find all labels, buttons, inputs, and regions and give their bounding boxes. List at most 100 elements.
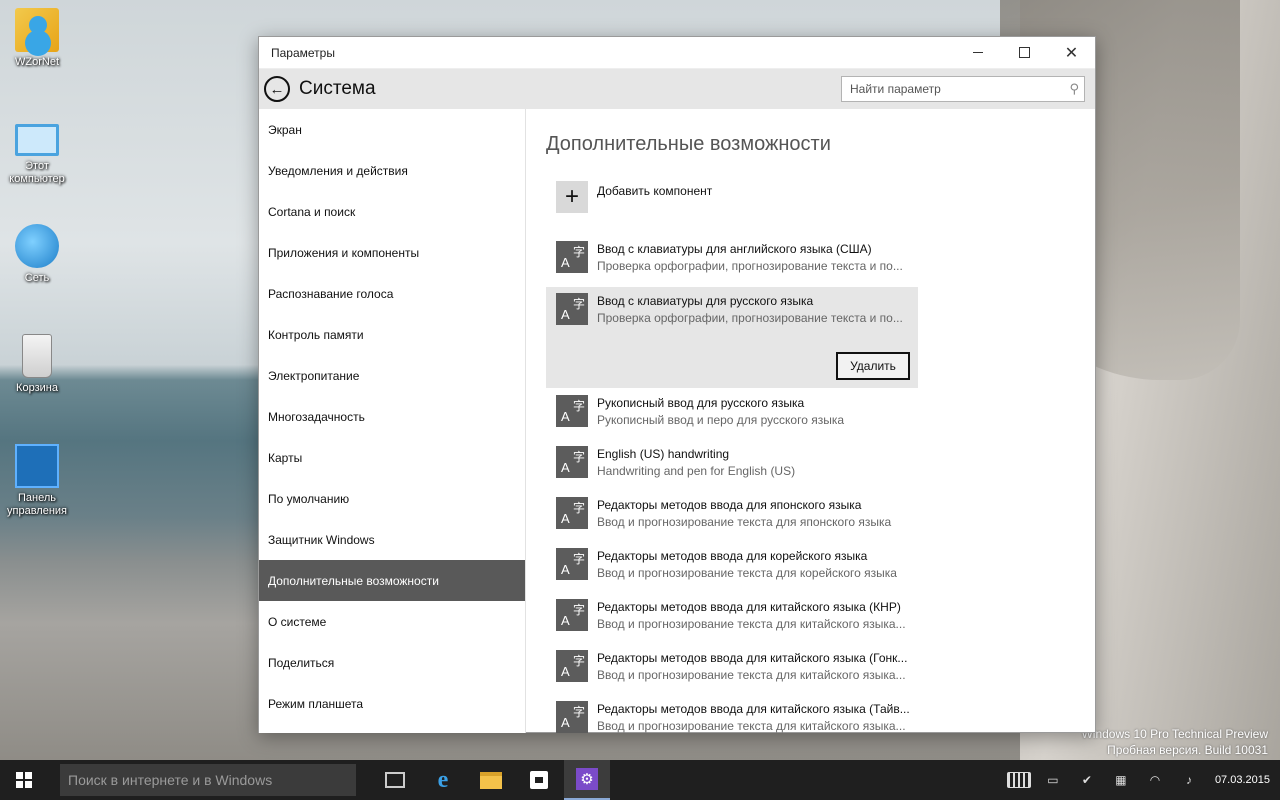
feature-description: Рукописный ввод и перо для русского язык…: [597, 411, 908, 429]
uninstall-button[interactable]: Удалить: [836, 352, 910, 380]
sidebar-item[interactable]: Дополнительные возможности: [259, 560, 525, 601]
feature-item[interactable]: A字 Рукописный ввод для русского языкаРуко…: [546, 389, 918, 435]
vm-tray-button[interactable]: ▭: [1041, 760, 1065, 800]
feature-item[interactable]: A字Редакторы методов ввода для корейского…: [546, 542, 918, 588]
language-feature-icon: A字: [556, 293, 588, 325]
feature-item[interactable]: A字Редакторы методов ввода для китайского…: [546, 644, 918, 690]
security-tray-button[interactable]: ✔: [1075, 760, 1099, 800]
sidebar-item[interactable]: Защитник Windows: [259, 519, 525, 560]
feature-text: Ввод с клавиатуры для английского языка …: [597, 241, 908, 275]
desktop-icon-label: Этот компьютер: [0, 160, 74, 186]
window-title: Параметры: [259, 46, 954, 60]
desktop-icon-label: Панель управления: [0, 492, 74, 518]
sidebar-item[interactable]: Уведомления и действия: [259, 150, 525, 191]
network-icon: [15, 224, 59, 268]
minimize-icon: [973, 52, 983, 53]
minimize-button[interactable]: [954, 37, 1001, 69]
feature-item[interactable]: A字 Редакторы методов ввода для японского …: [546, 491, 918, 537]
feature-item[interactable]: A字Редакторы методов ввода для китайского…: [546, 593, 918, 639]
icon-glyph-a: A: [561, 715, 570, 730]
icon-glyph-a: A: [561, 409, 570, 424]
feature-description: Ввод и прогнозирование текста для китайс…: [597, 666, 908, 684]
feature-name: Ввод с клавиатуры для русского языка: [597, 293, 908, 309]
sidebar-item[interactable]: Карты: [259, 437, 525, 478]
desktop-icon-label: Сеть: [0, 272, 74, 285]
store-icon: [530, 771, 548, 789]
settings-app-button[interactable]: ⚙: [564, 760, 610, 800]
sidebar-item[interactable]: Приложения и компоненты: [259, 232, 525, 273]
settings-search-input[interactable]: Найти параметр ⚲: [841, 76, 1085, 102]
add-feature-label: Добавить компонент: [597, 184, 712, 198]
touch-keyboard-button[interactable]: [1007, 760, 1031, 800]
close-button[interactable]: ✕: [1048, 37, 1095, 69]
sidebar-item[interactable]: Поделиться: [259, 642, 525, 683]
desktop-icon-this-pc[interactable]: Этот компьютер: [0, 118, 74, 186]
icon-glyph-z: 字: [573, 499, 585, 516]
icon-glyph-a: A: [561, 307, 570, 322]
clock[interactable]: 07.03.2015: [1215, 773, 1270, 787]
network-tray-button[interactable]: ◠: [1143, 760, 1167, 800]
feature-item[interactable]: A字 Ввод с клавиатуры для английского язык…: [546, 235, 918, 281]
computer-icon: [15, 124, 59, 156]
sidebar-item[interactable]: Распознавание голоса: [259, 273, 525, 314]
icon-glyph-a: A: [561, 664, 570, 679]
gear-icon: ⚙: [576, 768, 598, 790]
build-watermark: Windows 10 Pro Technical Preview Пробная…: [1081, 726, 1268, 758]
task-view-button[interactable]: [372, 760, 418, 800]
icon-glyph-z: 字: [573, 703, 585, 720]
desktop-icon-network[interactable]: Сеть: [0, 224, 74, 285]
sidebar-item[interactable]: О системе: [259, 601, 525, 642]
add-feature-button[interactable]: + Добавить компонент: [556, 181, 712, 213]
internet-explorer-icon: e: [438, 767, 449, 794]
title-bar[interactable]: Параметры ✕: [259, 37, 1095, 69]
icon-glyph-a: A: [561, 460, 570, 475]
language-feature-icon: A字: [556, 395, 588, 427]
desktop-icon-recycle-bin[interactable]: Корзина: [0, 334, 74, 395]
language-feature-icon: A字: [556, 599, 588, 631]
store-button[interactable]: [516, 760, 562, 800]
input-tray-button[interactable]: ▦: [1109, 760, 1133, 800]
sidebar-item[interactable]: По умолчанию: [259, 478, 525, 519]
feature-description: Ввод и прогнозирование текста для китайс…: [597, 717, 910, 733]
back-arrow-icon: ←: [270, 81, 285, 98]
icon-glyph-z: 字: [573, 243, 585, 260]
start-button[interactable]: [0, 760, 48, 800]
feature-name: English (US) handwriting: [597, 446, 908, 462]
feature-item[interactable]: A字Ввод с клавиатуры для русского языкаПр…: [546, 287, 918, 388]
internet-explorer-button[interactable]: e: [420, 760, 466, 800]
sidebar-item[interactable]: Контроль памяти: [259, 314, 525, 355]
taskbar-search-input[interactable]: Поиск в интернете и в Windows: [60, 764, 356, 796]
feature-description: Проверка орфографии, прогнозирование тек…: [597, 257, 908, 275]
sidebar-item[interactable]: Электропитание: [259, 355, 525, 396]
feature-item[interactable]: A字English (US) handwritingHandwriting an…: [546, 440, 918, 486]
volume-tray-button[interactable]: ♪: [1177, 760, 1201, 800]
desktop-icon-wzornet[interactable]: WZorNet: [0, 8, 74, 69]
search-icon[interactable]: ⚲: [1069, 81, 1079, 97]
watermark-line: Windows 10 Pro Technical Preview: [1081, 726, 1268, 742]
feature-name: Редакторы методов ввода для китайского я…: [597, 701, 910, 717]
sidebar-item[interactable]: Экран: [259, 109, 525, 150]
language-feature-icon: A字: [556, 497, 588, 529]
icon-glyph-a: A: [561, 613, 570, 628]
feature-name: Ввод с клавиатуры для английского языка …: [597, 241, 908, 257]
desktop-icon-control-panel[interactable]: Панель управления: [0, 444, 74, 518]
recycle-bin-icon: [22, 334, 52, 378]
plus-icon: +: [556, 181, 588, 213]
feature-text: Редакторы методов ввода для японского яз…: [597, 497, 908, 531]
feature-item[interactable]: A字 Редакторы методов ввода для китайского…: [546, 695, 918, 733]
maximize-button[interactable]: [1001, 37, 1048, 69]
back-button[interactable]: ←: [264, 76, 290, 102]
watermark-line: Пробная версия. Build 10031: [1081, 742, 1268, 758]
feature-name: Рукописный ввод для русского языка: [597, 395, 908, 411]
settings-window: Параметры ✕ ← Система Найти параметр ⚲ Э…: [258, 36, 1096, 733]
desktop-icon-label: WZorNet: [0, 56, 74, 69]
feature-name: Редакторы методов ввода для корейского я…: [597, 548, 908, 564]
file-explorer-button[interactable]: [468, 760, 514, 800]
sidebar-item[interactable]: Режим планшета: [259, 683, 525, 724]
language-feature-icon: A字: [556, 241, 588, 273]
sidebar-item[interactable]: Cortana и поиск: [259, 191, 525, 232]
feature-text: Редакторы методов ввода для корейского я…: [597, 548, 908, 582]
maximize-icon: [1019, 47, 1030, 58]
keyboard-icon: [1007, 772, 1031, 788]
sidebar-item[interactable]: Многозадачность: [259, 396, 525, 437]
